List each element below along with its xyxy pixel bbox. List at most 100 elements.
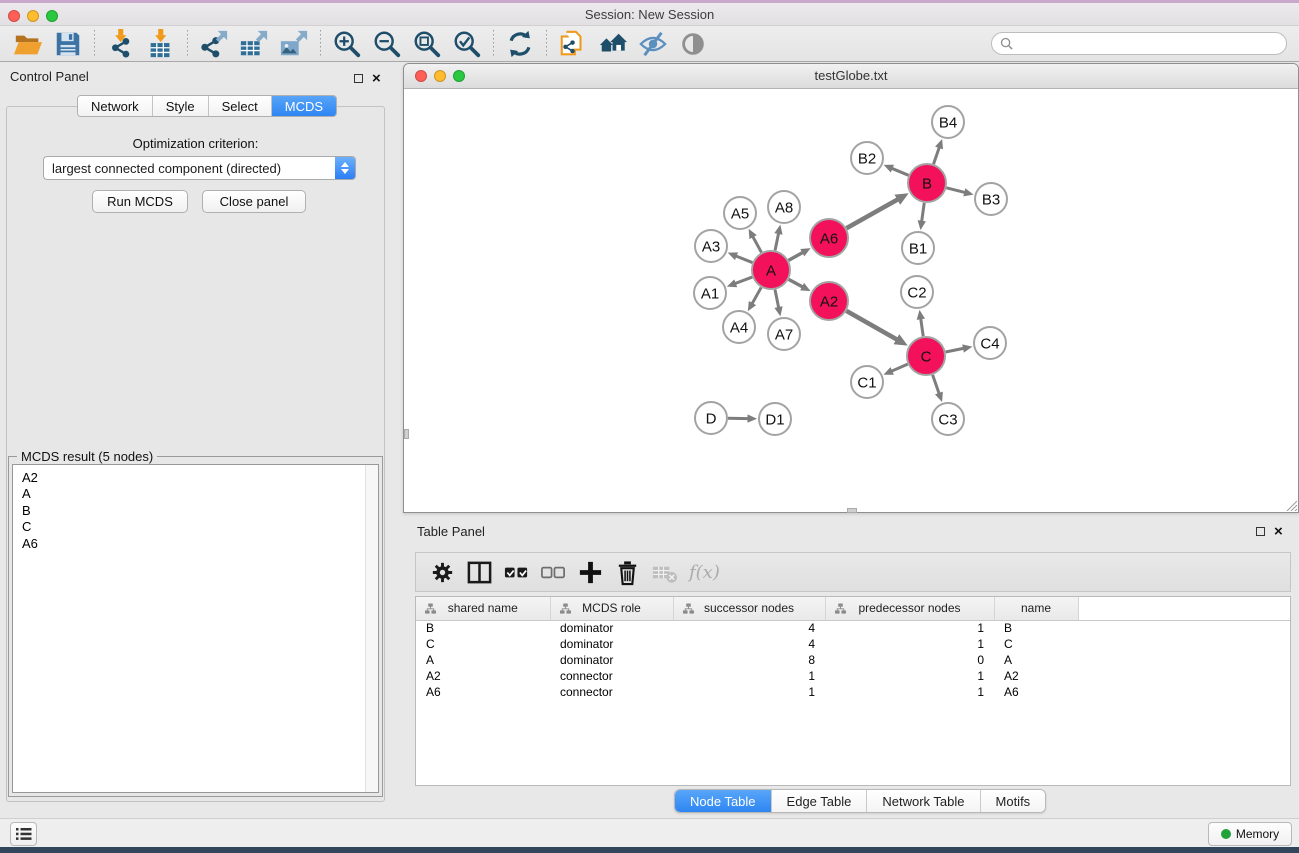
- table-cell[interactable]: 8: [673, 652, 825, 668]
- table-cell[interactable]: 1: [673, 684, 825, 700]
- table-cell[interactable]: 1: [673, 668, 825, 684]
- deselect-all-icon[interactable]: [535, 555, 572, 589]
- node-B4[interactable]: B4: [932, 106, 964, 138]
- tab-network[interactable]: Network: [78, 96, 153, 116]
- result-item[interactable]: C: [22, 519, 378, 535]
- refresh-icon[interactable]: [500, 27, 540, 61]
- close-table-panel-icon[interactable]: ×: [1274, 526, 1283, 537]
- node-B3[interactable]: B3: [975, 183, 1007, 215]
- float-table-panel-icon[interactable]: [1256, 527, 1265, 536]
- table-cell[interactable]: connector: [550, 668, 673, 684]
- edge-B-B4[interactable]: [934, 139, 944, 164]
- node-A[interactable]: A: [752, 251, 790, 289]
- table-cell[interactable]: C: [416, 636, 550, 652]
- node-A5[interactable]: A5: [724, 197, 756, 229]
- table-cell[interactable]: dominator: [550, 636, 673, 652]
- column-header[interactable]: name: [994, 597, 1078, 620]
- search-box[interactable]: [991, 32, 1287, 55]
- zoom-out-icon[interactable]: [367, 27, 407, 61]
- column-header[interactable]: shared name: [416, 597, 550, 620]
- node-A2[interactable]: A2: [810, 282, 848, 320]
- node-A4[interactable]: A4: [723, 311, 755, 343]
- memory-button[interactable]: Memory: [1208, 822, 1292, 846]
- edge-B-B1[interactable]: [918, 203, 926, 230]
- table-cell[interactable]: A6: [994, 684, 1078, 700]
- table-cell[interactable]: 1: [825, 684, 994, 700]
- tab-style[interactable]: Style: [153, 96, 209, 116]
- table-cell[interactable]: B: [416, 620, 550, 636]
- table-cell[interactable]: dominator: [550, 652, 673, 668]
- result-item[interactable]: A: [22, 486, 378, 502]
- task-history-button[interactable]: [10, 822, 37, 846]
- edge-A2-C[interactable]: [846, 311, 907, 346]
- copy-network-icon[interactable]: [553, 27, 593, 61]
- tab-motifs[interactable]: Motifs: [981, 790, 1046, 812]
- table-cell[interactable]: B: [994, 620, 1078, 636]
- tab-select[interactable]: Select: [209, 96, 272, 116]
- mcds-result-list[interactable]: A2ABCA6: [12, 464, 379, 793]
- splitter-handle-bottom[interactable]: [847, 508, 857, 513]
- table-cell[interactable]: A2: [416, 668, 550, 684]
- add-column-icon[interactable]: [572, 555, 609, 589]
- table-row[interactable]: A2connector11A2: [416, 668, 1290, 684]
- float-panel-icon[interactable]: [354, 74, 363, 83]
- table-row[interactable]: Bdominator41B: [416, 620, 1290, 636]
- node-B1[interactable]: B1: [902, 232, 934, 264]
- close-panel-button[interactable]: Close panel: [202, 190, 306, 213]
- tab-node-table[interactable]: Node Table: [675, 790, 772, 812]
- table-cell[interactable]: A: [416, 652, 550, 668]
- table-cell[interactable]: C: [994, 636, 1078, 652]
- edge-B-B3[interactable]: [946, 188, 973, 197]
- export-image-icon[interactable]: [274, 27, 314, 61]
- tab-network-table[interactable]: Network Table: [867, 790, 980, 812]
- import-network-icon[interactable]: [101, 27, 141, 61]
- open-file-icon[interactable]: [8, 27, 48, 61]
- edge-A-A8[interactable]: [774, 225, 782, 251]
- edge-C-C3[interactable]: [933, 375, 943, 402]
- resize-grip-icon[interactable]: [1285, 499, 1297, 511]
- split-columns-icon[interactable]: [461, 555, 498, 589]
- edge-A-A3[interactable]: [728, 252, 753, 262]
- zoom-fit-icon[interactable]: [407, 27, 447, 61]
- table-cell[interactable]: dominator: [550, 620, 673, 636]
- save-session-icon[interactable]: [48, 27, 88, 61]
- edge-D-D1[interactable]: [728, 414, 757, 422]
- node-C2[interactable]: C2: [901, 276, 933, 308]
- node-C[interactable]: C: [907, 337, 945, 375]
- table-cell[interactable]: A6: [416, 684, 550, 700]
- edge-C-C2[interactable]: [917, 310, 925, 336]
- splitter-handle-left[interactable]: [404, 429, 409, 439]
- node-B[interactable]: B: [908, 164, 946, 202]
- tab-mcds[interactable]: MCDS: [272, 96, 336, 116]
- hide-selected-icon[interactable]: [633, 27, 673, 61]
- node-D[interactable]: D: [695, 402, 727, 434]
- node-A7[interactable]: A7: [768, 318, 800, 350]
- edge-A-A4[interactable]: [748, 287, 761, 311]
- edge-A-A2[interactable]: [789, 279, 811, 291]
- export-network-icon[interactable]: [194, 27, 234, 61]
- result-item[interactable]: A6: [22, 536, 378, 552]
- first-neighbors-icon[interactable]: [593, 27, 633, 61]
- node-A8[interactable]: A8: [768, 191, 800, 223]
- node-C1[interactable]: C1: [851, 366, 883, 398]
- column-header[interactable]: successor nodes: [673, 597, 825, 620]
- show-all-icon[interactable]: [673, 27, 713, 61]
- table-cell[interactable]: A: [994, 652, 1078, 668]
- node-C4[interactable]: C4: [974, 327, 1006, 359]
- edge-C-C4[interactable]: [946, 344, 973, 352]
- node-A1[interactable]: A1: [694, 277, 726, 309]
- import-table-icon[interactable]: [141, 27, 181, 61]
- edge-C-C1[interactable]: [883, 364, 907, 375]
- result-scrollbar[interactable]: [365, 465, 378, 792]
- table-row[interactable]: A6connector11A6: [416, 684, 1290, 700]
- close-panel-icon[interactable]: ×: [372, 73, 381, 84]
- result-item[interactable]: A2: [22, 470, 378, 486]
- table-row[interactable]: Adominator80A: [416, 652, 1290, 668]
- table-cell[interactable]: 0: [825, 652, 994, 668]
- zoom-in-icon[interactable]: [327, 27, 367, 61]
- table-cell[interactable]: 4: [673, 636, 825, 652]
- table-cell[interactable]: A2: [994, 668, 1078, 684]
- edge-A-A7[interactable]: [774, 290, 782, 317]
- tab-edge-table[interactable]: Edge Table: [772, 790, 868, 812]
- delete-column-icon[interactable]: [609, 555, 646, 589]
